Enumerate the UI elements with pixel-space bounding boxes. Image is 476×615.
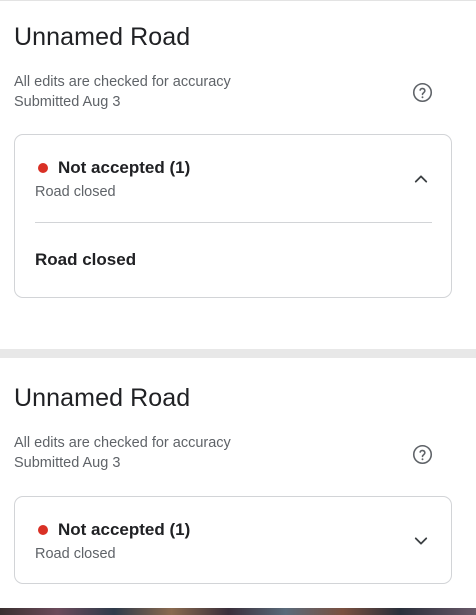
edit-meta: All edits are checked for accuracy Submi… bbox=[14, 72, 231, 112]
edit-detail: Road closed bbox=[35, 250, 137, 269]
accuracy-note: All edits are checked for accuracy bbox=[14, 435, 231, 451]
status-summary: Road closed bbox=[35, 184, 116, 200]
submitted-date: Submitted Aug 3 bbox=[14, 94, 121, 110]
edits-page: Unnamed Road All edits are checked for a… bbox=[0, 0, 476, 615]
edit-card: Unnamed Road All edits are checked for a… bbox=[0, 358, 476, 608]
edit-title: Unnamed Road bbox=[14, 384, 191, 412]
status-toggle[interactable]: Not accepted (1) Road closed bbox=[15, 135, 451, 221]
status-toggle[interactable]: Not accepted (1) Road closed bbox=[15, 497, 451, 583]
status-panel: Not accepted (1) Road closed bbox=[14, 496, 452, 584]
section-separator bbox=[0, 349, 476, 358]
status-label: Not accepted (1) bbox=[58, 158, 191, 177]
help-icon[interactable] bbox=[412, 82, 433, 103]
help-icon[interactable] bbox=[412, 444, 433, 465]
submitted-date: Submitted Aug 3 bbox=[14, 455, 121, 471]
status-label: Not accepted (1) bbox=[58, 520, 191, 539]
photo-thumbnail-strip bbox=[0, 608, 476, 615]
accuracy-note: All edits are checked for accuracy bbox=[14, 74, 231, 90]
edit-card: Unnamed Road All edits are checked for a… bbox=[0, 0, 476, 349]
edit-meta: All edits are checked for accuracy Submi… bbox=[14, 433, 231, 473]
status-panel: Not accepted (1) Road closed Road closed bbox=[14, 134, 452, 298]
status-dot bbox=[38, 163, 48, 173]
status-summary: Road closed bbox=[35, 546, 116, 562]
panel-divider bbox=[35, 222, 432, 223]
status-dot bbox=[38, 525, 48, 535]
edit-title: Unnamed Road bbox=[14, 23, 191, 51]
chevron-up-icon[interactable] bbox=[412, 170, 430, 188]
chevron-down-icon[interactable] bbox=[412, 532, 430, 550]
